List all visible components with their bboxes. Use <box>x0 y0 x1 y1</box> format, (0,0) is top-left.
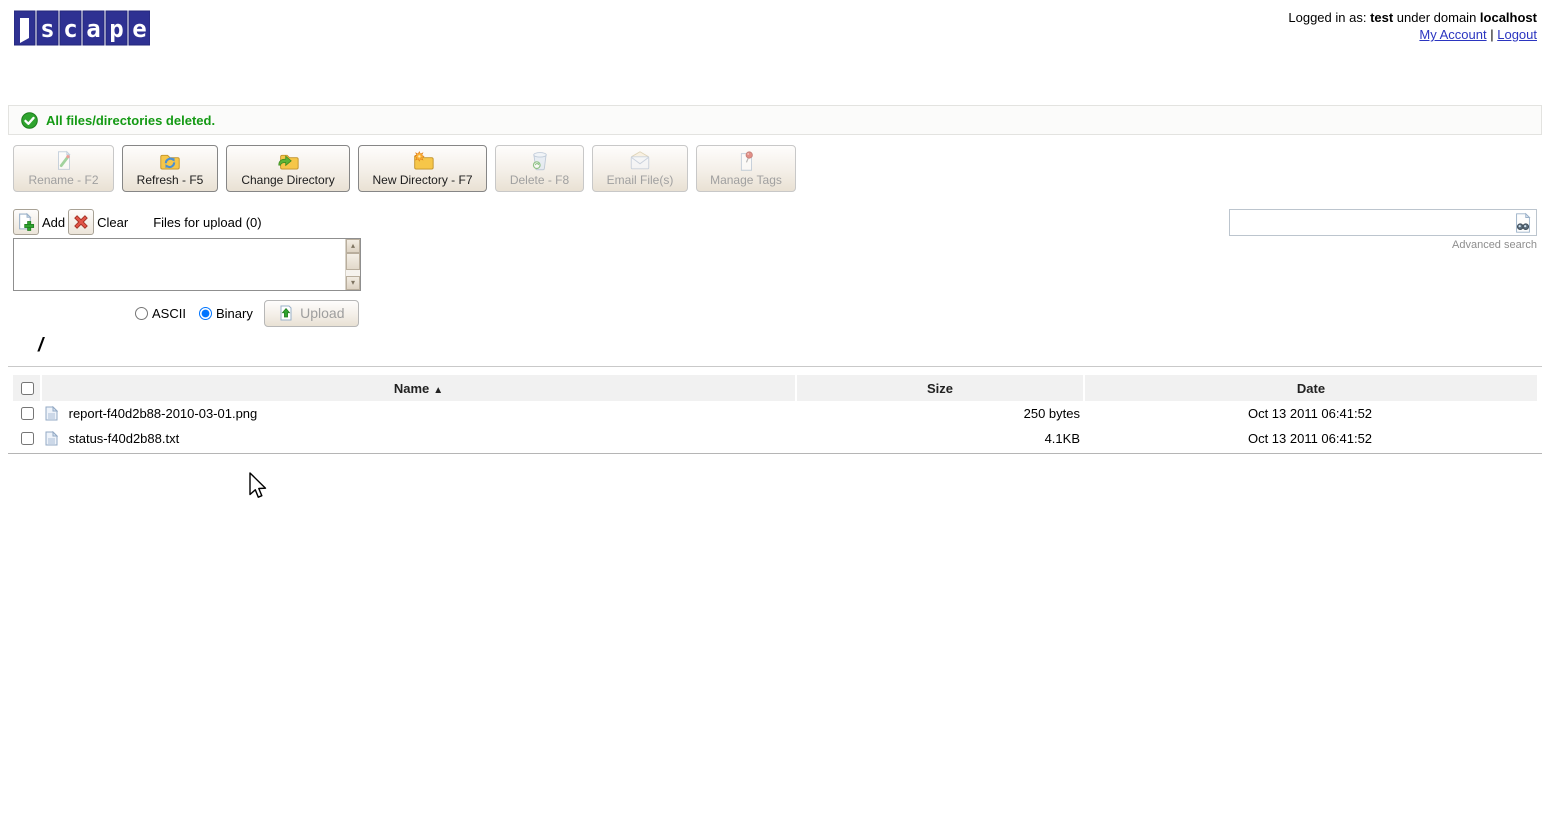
file-date: Oct 13 2011 06:41:52 <box>1083 426 1537 451</box>
column-header-date[interactable]: Date <box>1083 375 1537 401</box>
files-for-upload-count: Files for upload (0) <box>153 215 261 230</box>
current-directory-path: / <box>38 335 43 357</box>
file-size: 250 bytes <box>795 401 1083 426</box>
upload-button[interactable]: Upload <box>264 300 359 327</box>
username: test <box>1370 10 1393 25</box>
rename-button[interactable]: Rename - F2 <box>13 145 114 192</box>
table-row: status-f40d2b88.txt 4.1KB Oct 13 2011 06… <box>13 426 1537 451</box>
svg-text:s: s <box>40 15 54 43</box>
delete-trash-icon <box>527 149 553 173</box>
select-all-checkbox[interactable] <box>21 382 34 395</box>
manage-tags-pin-icon <box>733 149 759 173</box>
scroll-up-icon[interactable]: ▴ <box>346 239 360 253</box>
upload-icon <box>278 305 294 321</box>
table-row: report-f40d2b88-2010-03-01.png 250 bytes… <box>13 401 1537 426</box>
mouse-cursor-icon <box>248 472 268 503</box>
change-directory-icon <box>275 149 301 173</box>
svg-text:c: c <box>63 15 77 43</box>
link-divider: | <box>1490 27 1493 42</box>
rename-icon <box>51 149 77 173</box>
search-input[interactable] <box>1229 209 1537 236</box>
clear-files-button[interactable] <box>68 209 94 235</box>
binary-radio[interactable] <box>199 307 212 320</box>
delete-button[interactable]: Delete - F8 <box>495 145 584 192</box>
status-message-bar: All files/directories deleted. <box>8 105 1542 135</box>
scroll-down-icon[interactable]: ▾ <box>346 276 360 290</box>
ascii-label: ASCII <box>152 306 186 321</box>
row-checkbox[interactable] <box>21 407 34 420</box>
add-label: Add <box>42 215 65 230</box>
ascii-radio[interactable] <box>135 307 148 320</box>
scrollbar-thumb[interactable] <box>346 253 360 270</box>
file-date: Oct 13 2011 06:41:52 <box>1083 401 1537 426</box>
divider <box>8 453 1542 454</box>
search-icon <box>1512 212 1534 234</box>
manage-tags-button[interactable]: Manage Tags <box>696 145 796 192</box>
sort-ascending-icon: ▲ <box>433 385 443 396</box>
logout-link[interactable]: Logout <box>1497 27 1537 42</box>
upload-file-list[interactable]: ▴ ▾ <box>13 238 361 291</box>
search-area: Advanced search <box>1229 209 1537 251</box>
toolbar: Rename - F2 Refresh - F5 Change Director… <box>13 145 796 192</box>
file-name[interactable]: report-f40d2b88-2010-03-01.png <box>69 406 258 421</box>
file-icon <box>45 406 58 421</box>
column-header-size[interactable]: Size <box>795 375 1083 401</box>
jscape-logo: s c a p e <box>14 10 150 49</box>
file-size: 4.1KB <box>795 426 1083 451</box>
search-button[interactable] <box>1511 211 1535 234</box>
svg-text:p: p <box>109 15 123 43</box>
change-directory-button[interactable]: Change Directory <box>226 145 350 192</box>
refresh-icon <box>157 149 183 173</box>
email-files-button[interactable]: Email File(s) <box>592 145 688 192</box>
advanced-search-link[interactable]: Advanced search <box>1229 239 1537 251</box>
row-checkbox[interactable] <box>21 432 34 445</box>
binary-label: Binary <box>216 306 253 321</box>
account-info: Logged in as: test under domain localhos… <box>1288 9 1537 43</box>
jscape-logo-icon: s c a p e <box>14 10 150 46</box>
file-icon <box>45 431 58 446</box>
upload-list-scrollbar[interactable]: ▴ ▾ <box>345 239 360 290</box>
file-table: Name▲ Size Date report-f40d2b88-2010-03-… <box>13 375 1537 451</box>
svg-text:e: e <box>132 15 146 43</box>
email-envelope-icon <box>627 149 653 173</box>
svg-text:a: a <box>86 15 100 43</box>
status-message-text: All files/directories deleted. <box>46 113 215 128</box>
new-directory-icon <box>410 149 436 173</box>
select-all-header <box>13 375 40 401</box>
divider <box>8 366 1542 367</box>
refresh-button[interactable]: Refresh - F5 <box>122 145 218 192</box>
table-header-row: Name▲ Size Date <box>13 375 1537 401</box>
new-directory-button[interactable]: New Directory - F7 <box>358 145 487 192</box>
add-files-button[interactable] <box>13 209 39 235</box>
clear-label: Clear <box>97 215 128 230</box>
add-file-icon <box>17 213 35 231</box>
logged-in-status: Logged in as: test under domain localhos… <box>1288 9 1537 26</box>
upload-controls: Add Clear Files for upload (0) <box>13 209 262 235</box>
transfer-mode-row: ASCII Binary Upload <box>135 299 359 327</box>
my-account-link[interactable]: My Account <box>1419 27 1486 42</box>
success-check-icon <box>21 112 38 129</box>
column-header-name[interactable]: Name▲ <box>40 375 795 401</box>
domain-name: localhost <box>1480 10 1537 25</box>
clear-x-icon <box>72 213 90 231</box>
file-name[interactable]: status-f40d2b88.txt <box>69 431 180 446</box>
